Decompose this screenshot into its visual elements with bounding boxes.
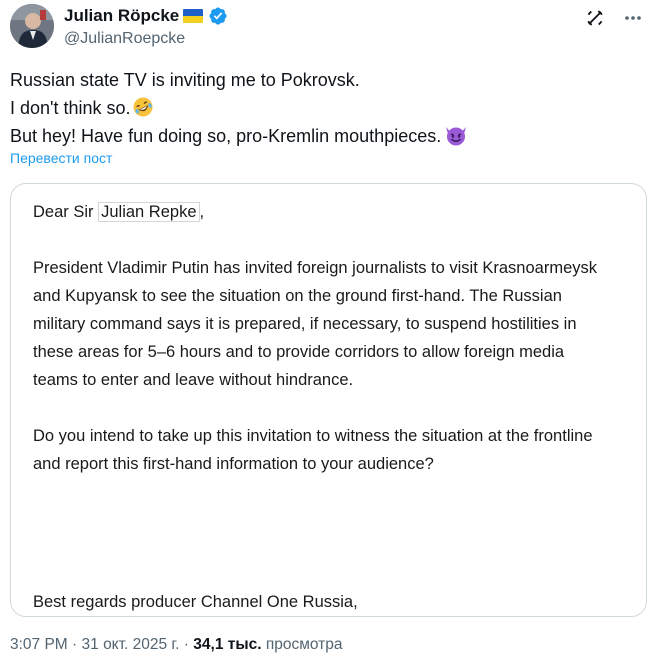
ukraine-flag-icon [183,9,204,23]
letter-line: and Kupyansk to see the situation on the… [33,287,562,305]
letter-signoff: Best regards producer Channel One Russia… [33,593,358,611]
letter-line: President Vladimir Putin has invited for… [33,259,597,277]
letter-line: military command says it is prepared, if… [33,315,577,333]
verified-badge-icon [208,6,228,26]
rolling-on-floor-laughing-emoji [132,96,154,118]
author-handle[interactable]: @JulianRoepcke [64,30,228,48]
greeting-name: Julian Repke [98,202,200,222]
attached-image-card[interactable]: Dear Sir Julian Repke, President Vladimi… [10,183,647,617]
letter-greeting: Dear Sir Julian Repke, [33,198,204,226]
smiling-face-with-horns-emoji [443,124,469,146]
tweet-line-2: I don't think so. [10,94,640,122]
tweet-meta: 3:07 PM · 31 окт. 2025 г. · 34,1 тыс. пр… [10,636,342,654]
meta-separator: · [179,636,194,653]
greeting-prefix: Dear Sir [33,203,99,221]
display-name[interactable]: Julian Röpcke [64,6,179,26]
letter-line: these areas for 5–6 hours and to provide… [33,343,565,361]
tweet-header: Julian Röpcke @JulianRoepcke [10,4,655,54]
avatar[interactable] [10,4,54,48]
greeting-suffix: , [199,203,205,221]
views-count: 34,1 тыс. [193,636,262,653]
tweet-line-3-text: But hey! Have fun doing so, pro-Kremlin … [10,126,442,146]
avatar-photo [10,4,54,48]
letter-line: teams to enter and leave without hindran… [33,371,354,389]
tweet-text: Russian state TV is inviting me to Pokro… [10,66,640,150]
tweet-line-1: Russian state TV is inviting me to Pokro… [10,70,360,90]
translate-post-link[interactable]: Перевести пост [10,150,112,166]
tweet-line-3: But hey! Have fun doing so, pro-Kremlin … [10,122,640,150]
grok-icon[interactable] [583,6,607,30]
views-label: просмотра [261,636,343,653]
tweet-line-2-text: I don't think so. [10,98,131,118]
more-dots-icon[interactable] [621,6,645,30]
letter-line: and report this first-hand information t… [33,455,434,473]
post-time[interactable]: 3:07 PM [10,636,68,653]
letter-line: Do you intend to take up this invitation… [33,427,593,445]
meta-separator: · [67,636,82,653]
post-date[interactable]: 31 окт. 2025 г. [82,636,180,653]
